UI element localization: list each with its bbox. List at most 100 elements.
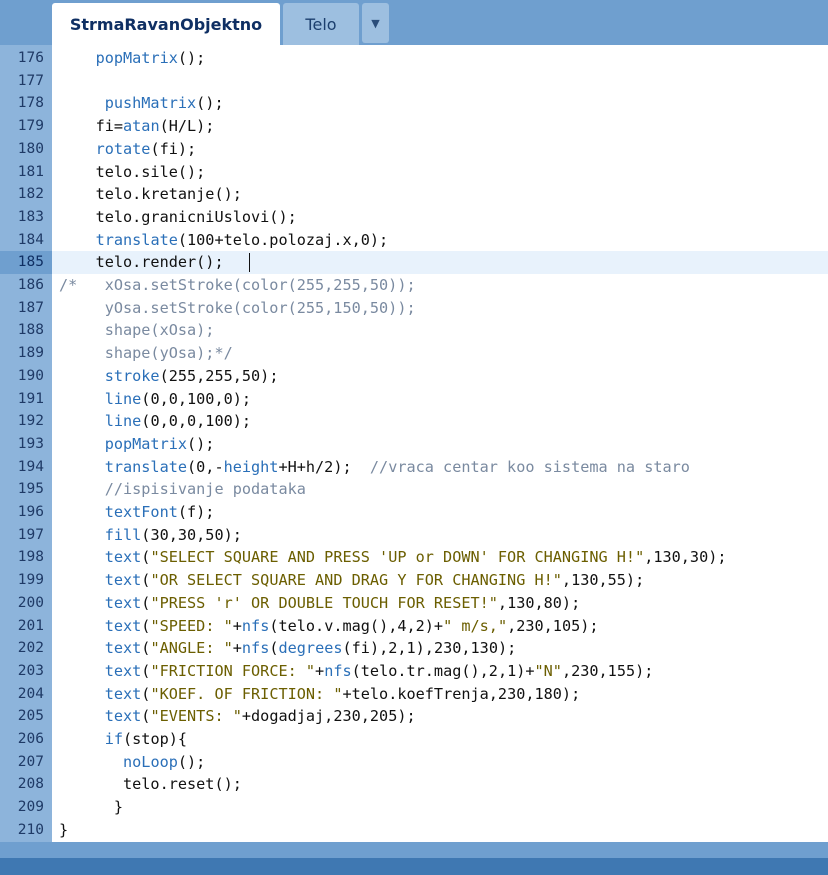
code-text: translate(0,-height+H+h/2); //vraca cent… <box>104 457 690 476</box>
code-line[interactable]: 190 stroke(255,255,50); <box>0 365 828 388</box>
tab-menu-button[interactable]: ▼ <box>362 3 389 43</box>
code-text: telo.granicniUslovi(); <box>59 207 297 226</box>
line-number: 207 <box>17 753 44 770</box>
code-line[interactable]: 181 telo.sile(); <box>0 161 828 184</box>
code-line[interactable]: 180 rotate(fi); <box>0 138 828 161</box>
code-line[interactable]: 193 popMatrix(); <box>0 433 828 456</box>
code-line[interactable]: 195 //ispisivanje podataka <box>0 478 828 501</box>
code-line[interactable]: 200 text("PRESS 'r' OR DOUBLE TOUCH FOR … <box>0 592 828 615</box>
code-text: shape(yOsa);*/ <box>59 344 233 363</box>
code-line[interactable]: 187 yOsa.setStroke(color(255,150,50)); <box>0 297 828 320</box>
line-number: 180 <box>17 140 44 157</box>
code-line[interactable]: 176 popMatrix(); <box>0 47 828 70</box>
code-text: popMatrix(); <box>104 434 215 453</box>
code-text: fill(30,30,50); <box>104 525 242 544</box>
code-line[interactable]: 203 text("FRICTION FORCE: "+nfs(telo.tr.… <box>0 660 828 683</box>
line-number: 205 <box>17 708 44 725</box>
code-text: text("PRESS 'r' OR DOUBLE TOUCH FOR RESE… <box>104 593 581 612</box>
code-line[interactable]: 186 /* xOsa.setStroke(color(255,255,50)); <box>0 274 828 297</box>
line-background <box>52 796 828 819</box>
tab-telo[interactable]: Telo <box>283 3 359 45</box>
code-line[interactable]: 197 fill(30,30,50); <box>0 524 828 547</box>
line-number: 178 <box>17 95 44 112</box>
code-line[interactable]: 204 text("KOEF. OF FRICTION: "+telo.koef… <box>0 683 828 706</box>
code-line[interactable]: 188 shape(xOsa); <box>0 319 828 342</box>
line-number: 208 <box>17 776 44 793</box>
code-line[interactable]: 199 text("OR SELECT SQUARE AND DRAG Y FO… <box>0 569 828 592</box>
code-line[interactable]: 184 translate(100+telo.polozaj.x,0); <box>0 229 828 252</box>
code-text: line(0,0,100,0); <box>104 389 252 408</box>
line-number: 187 <box>17 299 44 316</box>
code-line[interactable]: 182 telo.kretanje(); <box>0 183 828 206</box>
code-text: shape(xOsa); <box>59 321 215 340</box>
line-number: 196 <box>17 504 44 520</box>
code-line[interactable]: 177 <box>0 70 828 93</box>
line-number: 206 <box>17 731 44 747</box>
code-text: text("FRICTION FORCE: "+nfs(telo.tr.mag(… <box>104 661 654 680</box>
line-number: 190 <box>17 367 44 384</box>
code-text: fi=atan(H/L); <box>59 117 215 136</box>
line-number: 194 <box>17 458 44 475</box>
code-text: line(0,0,0,100); <box>104 412 252 431</box>
code-line[interactable]: 206 if(stop){ <box>0 728 828 751</box>
line-number: 185 <box>0 251 52 274</box>
line-number: 181 <box>17 163 44 180</box>
line-number: 210 <box>17 821 44 838</box>
code-line[interactable]: 185 telo.render(); <box>0 251 828 274</box>
line-number: 202 <box>17 640 44 657</box>
code-line[interactable]: 194 translate(0,-height+H+h/2); //vraca … <box>0 456 828 479</box>
line-number: 203 <box>17 662 44 679</box>
line-number: 191 <box>17 390 44 407</box>
text-caret <box>249 253 250 273</box>
code-text: stroke(255,255,50); <box>104 366 279 385</box>
code-text: yOsa.setStroke(color(255,150,50)); <box>59 298 416 317</box>
line-number: 199 <box>17 572 44 589</box>
code-text: text("SELECT SQUARE AND PRESS 'UP or DOW… <box>104 548 727 567</box>
tab-label: StrmaRavanObjektno <box>69 14 263 34</box>
code-line[interactable]: 202 text("ANGLE: "+nfs(degrees(fi),2,1),… <box>0 637 828 660</box>
code-line[interactable]: 183 telo.granicniUslovi(); <box>0 206 828 229</box>
code-line[interactable]: 201 text("SPEED: "+nfs(telo.v.mag(),4,2)… <box>0 615 828 638</box>
code-text: text("SPEED: "+nfs(telo.v.mag(),4,2)+" m… <box>104 616 599 635</box>
line-number: 197 <box>17 526 44 543</box>
code-text: telo.render(); <box>59 253 224 272</box>
code-text: popMatrix(); <box>95 49 206 67</box>
code-text: /* xOsa.setStroke(color(255,255,50)); <box>59 276 416 294</box>
code-line[interactable]: 196 textFont(f); <box>0 501 828 524</box>
code-text: } <box>59 820 69 839</box>
code-line[interactable]: 210} <box>0 819 828 842</box>
code-line[interactable]: 178 pushMatrix(); <box>0 92 828 115</box>
tab-bar: StrmaRavanObjektno Telo ▼ <box>0 0 828 45</box>
code-line[interactable]: 209 } <box>0 796 828 819</box>
code-line[interactable]: 192 line(0,0,0,100); <box>0 410 828 433</box>
code-text: text("KOEF. OF FRICTION: "+telo.koefTren… <box>104 684 581 703</box>
line-number: 182 <box>17 186 44 203</box>
code-text: noLoop(); <box>123 752 206 771</box>
code-line[interactable]: 189 shape(yOsa);*/ <box>0 342 828 365</box>
tab-label: Telo <box>305 14 337 34</box>
code-text: translate(100+telo.polozaj.x,0); <box>95 230 389 249</box>
code-text: telo.reset(); <box>59 775 242 794</box>
code-text: telo.kretanje(); <box>59 185 242 204</box>
line-number: 209 <box>17 799 44 816</box>
code-text: telo.sile(); <box>59 162 206 181</box>
tab-strmaravanobjektno[interactable]: StrmaRavanObjektno <box>52 3 280 45</box>
code-text: } <box>59 798 124 817</box>
line-number: 176 <box>17 50 44 66</box>
code-line[interactable]: 207 noLoop(); <box>0 751 828 774</box>
code-line[interactable]: 205 text("EVENTS: "+dogadjaj,230,205); <box>0 705 828 728</box>
line-number: 200 <box>17 594 44 611</box>
code-text: text("EVENTS: "+dogadjaj,230,205); <box>104 707 416 726</box>
code-line[interactable]: 179 fi=atan(H/L); <box>0 115 828 138</box>
code-line[interactable]: 191 line(0,0,100,0); <box>0 388 828 411</box>
chevron-down-icon: ▼ <box>371 16 380 30</box>
code-text: pushMatrix(); <box>104 94 224 113</box>
code-text: if(stop){ <box>104 730 188 748</box>
line-background <box>52 70 828 93</box>
code-line[interactable]: 208 telo.reset(); <box>0 773 828 796</box>
line-number: 204 <box>17 685 44 702</box>
editor-footer <box>0 842 828 858</box>
code-line[interactable]: 198 text("SELECT SQUARE AND PRESS 'UP or… <box>0 546 828 569</box>
line-number: 193 <box>17 435 44 452</box>
line-number: 189 <box>17 345 44 362</box>
